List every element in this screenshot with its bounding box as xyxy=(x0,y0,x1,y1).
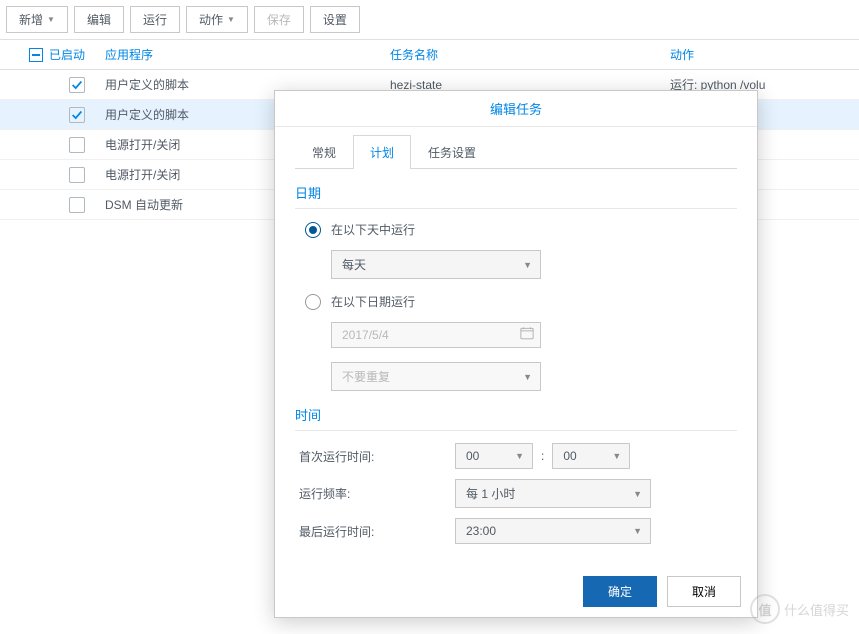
row-checkbox[interactable] xyxy=(69,77,85,93)
select-days[interactable]: 每天 ▼ xyxy=(331,250,541,279)
select-first-hour[interactable]: 00▼ xyxy=(455,443,533,469)
toolbar: 新增▼ 编辑 运行 动作▼ 保存 设置 xyxy=(0,0,859,40)
radio-run-on-date-label: 在以下日期运行 xyxy=(331,293,415,310)
watermark-icon: 值 xyxy=(750,594,780,624)
dialog-title: 编辑任务 xyxy=(275,91,757,127)
select-frequency[interactable]: 每 1 小时▼ xyxy=(455,479,651,508)
save-button[interactable]: 保存 xyxy=(254,6,304,33)
date-picker[interactable]: 2017/5/4 xyxy=(331,322,541,348)
minus-icon xyxy=(32,54,40,56)
tab-task-settings[interactable]: 任务设置 xyxy=(411,135,493,169)
radio-run-on-days[interactable] xyxy=(305,222,321,238)
row-checkbox[interactable] xyxy=(69,107,85,123)
tab-schedule[interactable]: 计划 xyxy=(353,135,411,169)
col-action-label: 动作 xyxy=(670,46,859,63)
col-task-label: 任务名称 xyxy=(390,46,670,63)
cancel-button[interactable]: 取消 xyxy=(667,576,741,607)
dialog-tabs: 常规 计划 任务设置 xyxy=(295,135,737,169)
new-button[interactable]: 新增▼ xyxy=(6,6,68,33)
caret-down-icon: ▼ xyxy=(523,372,532,382)
select-first-min[interactable]: 00▼ xyxy=(552,443,630,469)
caret-down-icon: ▼ xyxy=(612,451,621,461)
radio-run-on-date[interactable] xyxy=(305,294,321,310)
settings-button[interactable]: 设置 xyxy=(310,6,360,33)
section-time-title: 时间 xyxy=(295,405,737,431)
header-checkbox[interactable] xyxy=(29,48,43,62)
section-date-title: 日期 xyxy=(295,183,737,209)
ok-button[interactable]: 确定 xyxy=(583,576,657,607)
run-button[interactable]: 运行 xyxy=(130,6,180,33)
label-frequency: 运行频率: xyxy=(295,485,455,502)
actions-button[interactable]: 动作▼ xyxy=(186,6,248,33)
col-app-label: 应用程序 xyxy=(105,46,390,63)
caret-down-icon: ▼ xyxy=(523,260,532,270)
label-last-run: 最后运行时间: xyxy=(295,523,455,540)
calendar-icon xyxy=(520,327,534,344)
watermark: 值 什么值得买 xyxy=(750,594,849,624)
tab-general[interactable]: 常规 xyxy=(295,135,353,169)
watermark-text: 什么值得买 xyxy=(784,600,849,619)
grid-header: 已启动 应用程序 任务名称 动作 xyxy=(0,40,859,70)
select-last-run[interactable]: 23:00▼ xyxy=(455,518,651,544)
row-checkbox[interactable] xyxy=(69,137,85,153)
caret-down-icon: ▼ xyxy=(633,526,642,536)
select-repeat[interactable]: 不要重复 ▼ xyxy=(331,362,541,391)
radio-run-on-days-label: 在以下天中运行 xyxy=(331,221,415,238)
label-first-run: 首次运行时间: xyxy=(295,448,455,465)
caret-down-icon: ▼ xyxy=(227,15,235,24)
row-checkbox[interactable] xyxy=(69,197,85,213)
row-checkbox[interactable] xyxy=(69,167,85,183)
time-colon: : xyxy=(541,449,544,463)
col-enabled-label: 已启动 xyxy=(49,46,85,63)
edit-button[interactable]: 编辑 xyxy=(74,6,124,33)
caret-down-icon: ▼ xyxy=(515,451,524,461)
caret-down-icon: ▼ xyxy=(47,15,55,24)
edit-task-dialog: 编辑任务 常规 计划 任务设置 日期 在以下天中运行 每天 ▼ 在以下日期运行 … xyxy=(274,90,758,618)
caret-down-icon: ▼ xyxy=(633,489,642,499)
